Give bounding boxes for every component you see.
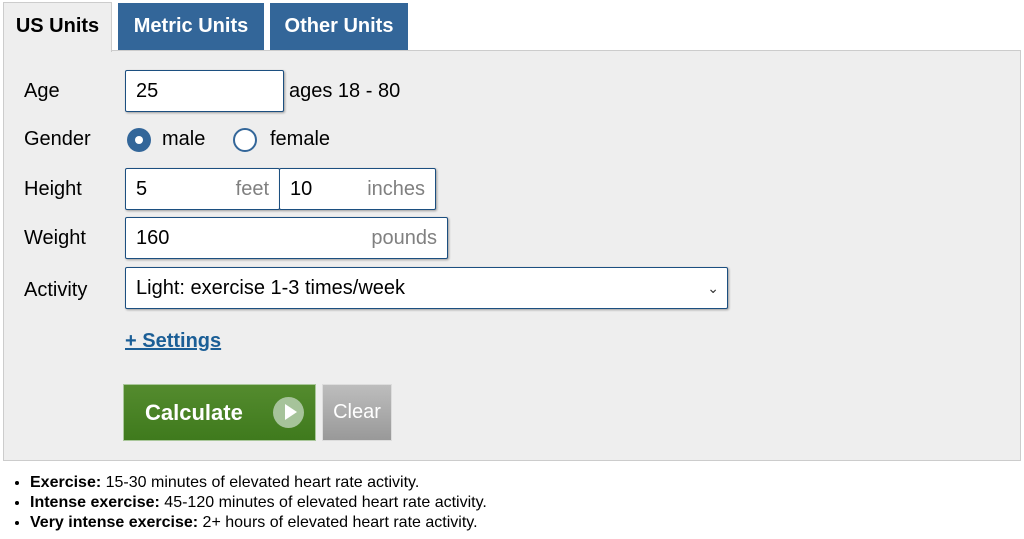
tab-metric-units[interactable]: Metric Units bbox=[118, 3, 264, 50]
gender-female-radio[interactable] bbox=[233, 128, 257, 152]
weight-value: 160 bbox=[136, 227, 170, 249]
pounds-unit: pounds bbox=[371, 227, 437, 249]
activity-label: Activity bbox=[24, 279, 88, 301]
calculate-button[interactable]: Calculate bbox=[123, 384, 316, 441]
note-term: Very intense exercise: bbox=[30, 514, 199, 531]
clear-button[interactable]: Clear bbox=[322, 384, 392, 441]
note-text: 2+ hours of elevated heart rate activity… bbox=[198, 514, 478, 531]
age-input[interactable]: 25 bbox=[125, 70, 284, 112]
note-text: 45-120 minutes of elevated heart rate ac… bbox=[159, 494, 487, 511]
gender-label: Gender bbox=[24, 128, 91, 150]
gender-male-label[interactable]: male bbox=[162, 128, 205, 151]
age-hint: ages 18 - 80 bbox=[289, 80, 401, 102]
settings-link[interactable]: + Settings bbox=[125, 330, 221, 353]
age-label: Age bbox=[24, 80, 60, 102]
height-inches-value: 10 bbox=[290, 178, 313, 200]
height-inches-input[interactable]: 10 inches bbox=[279, 168, 436, 210]
weight-label: Weight bbox=[24, 227, 86, 249]
note-term: Exercise: bbox=[30, 474, 102, 491]
gender-male-radio[interactable] bbox=[127, 128, 151, 152]
feet-unit: feet bbox=[235, 178, 269, 200]
note-item: Very intense exercise: 2+ hours of eleva… bbox=[30, 513, 487, 533]
calculator-form: Age 25 ages 18 - 80 Gender male female H… bbox=[3, 50, 1021, 461]
note-item: Exercise: 15-30 minutes of elevated hear… bbox=[30, 473, 487, 493]
calculate-label: Calculate bbox=[145, 400, 243, 425]
note-term: Intense exercise: bbox=[30, 494, 160, 511]
height-feet-value: 5 bbox=[136, 178, 148, 200]
note-text: 15-30 minutes of elevated heart rate act… bbox=[101, 474, 420, 491]
age-value: 25 bbox=[136, 80, 159, 102]
gender-female-label[interactable]: female bbox=[270, 128, 330, 151]
height-label: Height bbox=[24, 178, 82, 200]
activity-selected: Light: exercise 1-3 times/week bbox=[136, 277, 406, 299]
activity-notes: Exercise: 15-30 minutes of elevated hear… bbox=[0, 473, 487, 533]
height-feet-input[interactable]: 5 feet bbox=[125, 168, 280, 210]
play-arrow-icon bbox=[273, 397, 304, 428]
chevron-down-icon: ⌄ bbox=[707, 280, 719, 296]
tab-us-units[interactable]: US Units bbox=[3, 2, 112, 52]
weight-input[interactable]: 160 pounds bbox=[125, 217, 448, 259]
inches-unit: inches bbox=[367, 178, 425, 200]
note-item: Intense exercise: 45-120 minutes of elev… bbox=[30, 493, 487, 513]
activity-select[interactable]: Light: exercise 1-3 times/week ⌄ bbox=[125, 267, 728, 309]
tab-other-units[interactable]: Other Units bbox=[270, 3, 408, 50]
